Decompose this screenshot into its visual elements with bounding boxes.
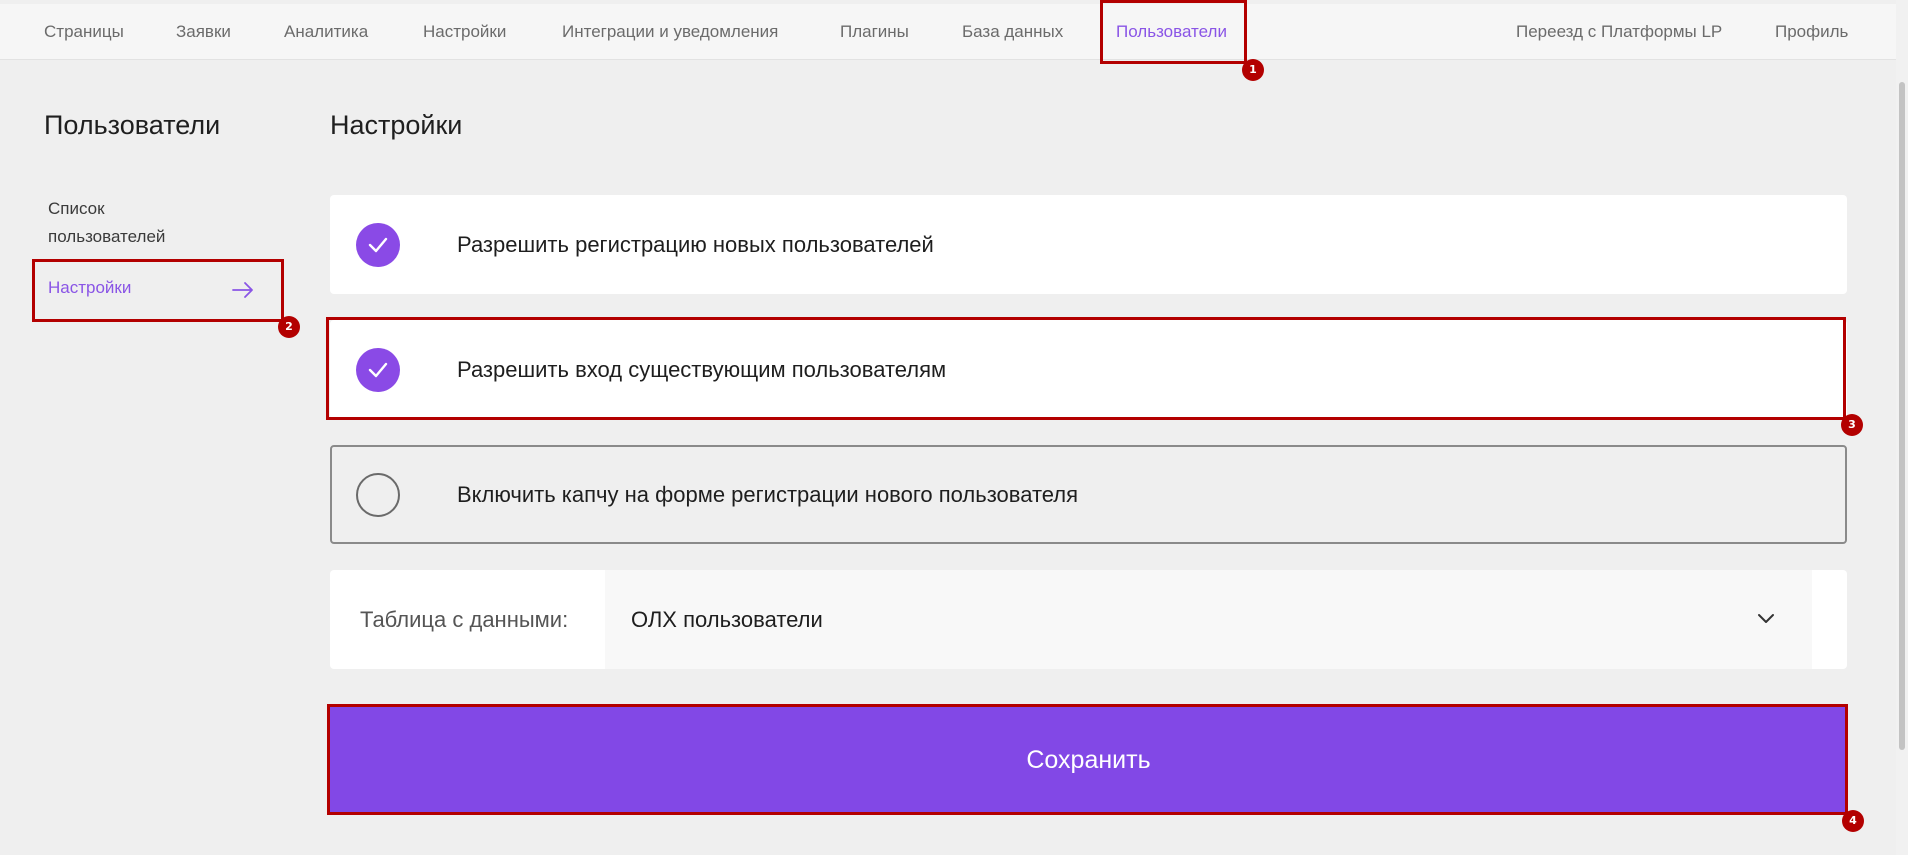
annotation-badge: 4 (1842, 810, 1864, 832)
unchecked-circle-icon[interactable] (356, 473, 400, 517)
top-navigation: Страницы Заявки Аналитика Настройки Инте… (0, 4, 1896, 60)
nav-item-integrations[interactable]: Интеграции и уведомления (562, 4, 778, 60)
annotation-badge: 3 (1841, 414, 1863, 436)
chevron-down-icon[interactable] (1757, 612, 1775, 630)
sidebar-item-settings[interactable]: Настройки (48, 278, 131, 298)
sidebar-title: Пользователи (44, 110, 221, 140)
data-table-row: Таблица с данными: ОЛХ пользователи (330, 570, 1847, 669)
data-table-value: ОЛХ пользователи (631, 607, 823, 632)
sidebar-item-user-list[interactable]: Список пользователей (48, 195, 218, 251)
nav-item-settings[interactable]: Настройки (423, 4, 506, 60)
option-label: Включить капчу на форме регистрации ново… (457, 482, 1079, 507)
nav-item-users[interactable]: Пользователи (1116, 4, 1227, 60)
nav-item-database[interactable]: База данных (962, 4, 1063, 60)
check-icon[interactable] (356, 223, 400, 267)
page-scrollbar[interactable] (1896, 0, 1908, 855)
nav-item-migration[interactable]: Переезд с Платформы LP (1516, 4, 1722, 60)
nav-item-profile[interactable]: Профиль (1775, 4, 1848, 60)
save-button[interactable]: Сохранить (330, 707, 1847, 813)
option-enable-captcha[interactable]: Включить капчу на форме регистрации ново… (330, 445, 1847, 544)
option-allow-registration[interactable]: Разрешить регистрацию новых пользователе… (330, 195, 1847, 294)
nav-item-plugins[interactable]: Плагины (840, 4, 909, 60)
page-title: Настройки (330, 110, 463, 140)
option-label: Разрешить регистрацию новых пользователе… (457, 232, 934, 257)
annotation-badge: 1 (1242, 59, 1264, 81)
data-table-caption: Таблица с данными: (360, 607, 569, 632)
option-label: Разрешить вход существующим пользователя… (457, 357, 947, 382)
annotation-badge: 2 (278, 316, 300, 338)
nav-item-analytics[interactable]: Аналитика (284, 4, 368, 60)
scrollbar-thumb[interactable] (1899, 82, 1905, 750)
check-icon[interactable] (356, 348, 400, 392)
arrow-right-icon[interactable] (232, 281, 254, 304)
nav-item-requests[interactable]: Заявки (176, 4, 231, 60)
nav-item-pages[interactable]: Страницы (44, 4, 124, 60)
data-table-select[interactable]: ОЛХ пользователи (605, 570, 1812, 669)
option-allow-login[interactable]: Разрешить вход существующим пользователя… (330, 320, 1847, 419)
